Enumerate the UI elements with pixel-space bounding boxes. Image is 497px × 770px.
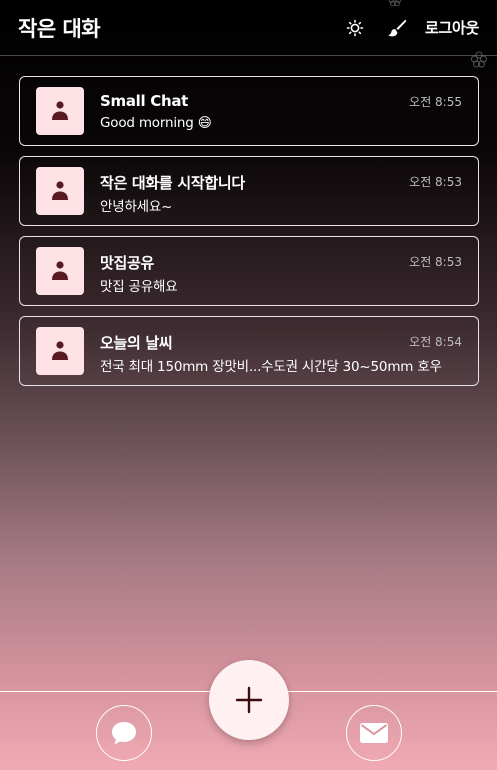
person-icon <box>52 101 68 120</box>
chat-room-item[interactable]: 작은 대화를 시작합니다 안녕하세요~ 오전 8:53 <box>19 156 479 226</box>
chat-room-list: Small Chat Good morning 😄 오전 8:55 작은 대화를… <box>19 76 479 396</box>
avatar <box>36 327 84 375</box>
plus-icon <box>235 686 263 714</box>
envelope-icon <box>360 723 388 743</box>
avatar <box>36 87 84 135</box>
avatar <box>36 247 84 295</box>
chat-nav-button[interactable] <box>96 705 152 761</box>
chat-room-last-message: 전국 최대 150mm 장맛비...수도권 시간당 30~50mm 호우 <box>100 359 442 375</box>
chat-room-time: 오전 8:54 <box>409 335 462 349</box>
chat-room-last-message: 안녕하세요~ <box>100 199 173 215</box>
person-icon <box>52 261 68 280</box>
add-chat-room-button[interactable] <box>209 660 289 740</box>
chat-room-item[interactable]: 맛집공유 맛집 공유해요 오전 8:53 <box>19 236 479 306</box>
chat-room-last-message: Good morning 😄 <box>100 115 212 131</box>
person-icon <box>52 181 68 200</box>
avatar <box>36 167 84 215</box>
header-actions: 로그아웃 <box>343 16 479 40</box>
app-header: 작은 대화 로그아웃 <box>0 0 497 56</box>
chat-room-time: 오전 8:55 <box>409 95 462 109</box>
chat-room-time: 오전 8:53 <box>409 175 462 189</box>
chat-room-time: 오전 8:53 <box>409 255 462 269</box>
chat-room-title: 오늘의 날씨 <box>100 334 173 352</box>
sun-icon[interactable] <box>343 16 367 40</box>
chat-room-last-message: 맛집 공유해요 <box>100 279 178 295</box>
person-icon <box>52 341 68 360</box>
flower-decoration-icon <box>471 51 487 68</box>
chat-bubble-icon <box>112 722 136 745</box>
paintbrush-icon[interactable] <box>385 16 409 40</box>
app-title: 작은 대화 <box>18 16 101 41</box>
mail-nav-button[interactable] <box>346 705 402 761</box>
logout-button[interactable]: 로그아웃 <box>425 17 479 38</box>
chat-room-title: 맛집공유 <box>100 254 155 272</box>
chat-room-title: Small Chat <box>100 92 189 110</box>
chat-room-item[interactable]: Small Chat Good morning 😄 오전 8:55 <box>19 76 479 146</box>
chat-room-title: 작은 대화를 시작합니다 <box>100 174 245 192</box>
chat-room-item[interactable]: 오늘의 날씨 전국 최대 150mm 장맛비...수도권 시간당 30~50mm… <box>19 316 479 386</box>
flower-decoration-icon <box>388 0 402 6</box>
